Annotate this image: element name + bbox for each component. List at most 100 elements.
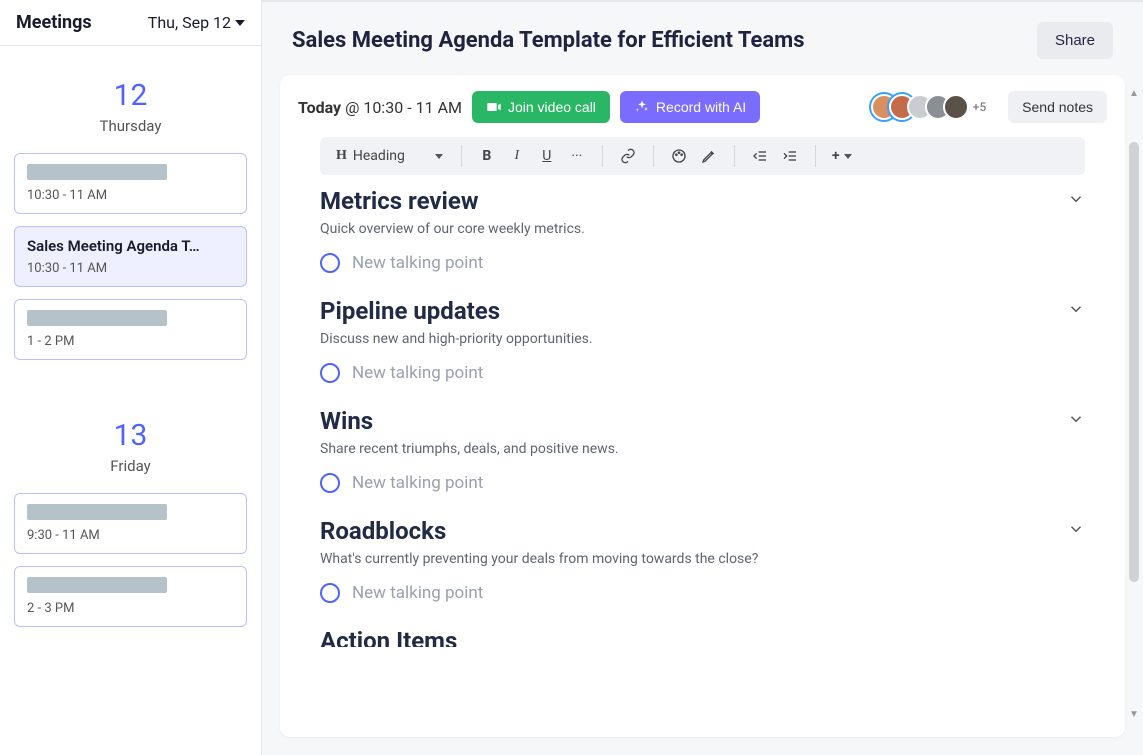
agenda-section: Wins Share recent triumphs, deals, and po…: [320, 407, 1085, 493]
toolbar-separator: [602, 145, 603, 167]
section-description: Share recent triumphs, deals, and positi…: [320, 441, 1085, 457]
indent-button[interactable]: [777, 143, 803, 169]
event-card[interactable]: 2 - 3 PM: [14, 566, 247, 627]
toolbar-separator: [734, 145, 735, 167]
collapse-toggle[interactable]: [1067, 520, 1085, 542]
event-card[interactable]: 9:30 - 11 AM: [14, 493, 247, 554]
toolbar-separator: [815, 145, 816, 167]
today-word: Today: [298, 98, 341, 117]
heading-select-label: Heading: [353, 148, 405, 164]
event-title-placeholder: [27, 577, 167, 593]
event-title-placeholder: [27, 310, 167, 326]
color-button[interactable]: [666, 143, 692, 169]
outdent-icon: [752, 148, 768, 164]
section-title: Metrics review: [320, 187, 479, 215]
new-talking-point[interactable]: New talking point: [320, 473, 1085, 493]
circle-icon: [320, 583, 340, 603]
page-title: Sales Meeting Agenda Template for Effici…: [292, 28, 805, 53]
document-body[interactable]: Metrics reviewQuick overview of our core…: [280, 187, 1125, 737]
collapse-toggle[interactable]: [1067, 410, 1085, 432]
new-talking-point[interactable]: New talking point: [320, 253, 1085, 273]
day-name: Friday: [14, 457, 247, 475]
chevron-down-icon: [1067, 190, 1085, 208]
day-number: 13: [14, 418, 247, 453]
participant-avatars[interactable]: +5: [879, 94, 987, 120]
avatar-overflow-count: +5: [973, 100, 987, 114]
palette-icon: [671, 148, 687, 164]
talking-point-placeholder: New talking point: [352, 363, 483, 383]
video-icon: [486, 99, 502, 115]
section-header: Metrics review: [320, 187, 1085, 215]
join-video-call-label: Join video call: [508, 99, 596, 115]
event-time: 10:30 - 11 AM: [27, 188, 234, 203]
chevron-down-icon: [1067, 410, 1085, 428]
event-time: 9:30 - 11 AM: [27, 528, 234, 543]
event-time: 1 - 2 PM: [27, 334, 234, 349]
main-header: Sales Meeting Agenda Template for Effici…: [262, 2, 1143, 69]
toolbar-separator: [653, 145, 654, 167]
sidebar-title: Meetings: [16, 12, 92, 33]
today-rest: @ 10:30 - 11 AM: [341, 98, 462, 117]
agenda-section: Metrics reviewQuick overview of our core…: [320, 187, 1085, 273]
new-talking-point[interactable]: New talking point: [320, 583, 1085, 603]
collapse-toggle[interactable]: [1067, 190, 1085, 212]
italic-button[interactable]: I: [504, 143, 530, 169]
agenda-section: Pipeline updates Discuss new and high-pri…: [320, 297, 1085, 383]
section-title: Pipeline updates: [320, 297, 500, 325]
sidebar-header: Meetings Thu, Sep 12: [0, 0, 261, 46]
event-card[interactable]: Sales Meeting Agenda T…10:30 - 11 AM: [14, 226, 247, 287]
join-video-call-button[interactable]: Join video call: [472, 91, 610, 123]
link-icon: [620, 148, 636, 164]
formatting-toolbar: H Heading B I U ···: [320, 137, 1085, 175]
collapse-toggle[interactable]: [1067, 300, 1085, 322]
meeting-time: Today @ 10:30 - 11 AM: [298, 98, 462, 117]
section-description: Discuss new and high-priority opportunit…: [320, 331, 1085, 347]
avatar[interactable]: [943, 94, 969, 120]
document-card: Today @ 10:30 - 11 AM Join video call Re…: [280, 75, 1125, 737]
date-picker[interactable]: Thu, Sep 12: [148, 13, 245, 32]
share-button[interactable]: Share: [1037, 22, 1113, 59]
event-card[interactable]: 10:30 - 11 AM: [14, 153, 247, 214]
agenda-section: RoadblocksWhat's currently preventing yo…: [320, 517, 1085, 603]
circle-icon: [320, 473, 340, 493]
heading-h-icon: H: [336, 148, 347, 164]
event-title-placeholder: [27, 504, 167, 520]
new-talking-point[interactable]: New talking point: [320, 363, 1085, 383]
scroll-down-icon[interactable]: ▼: [1127, 707, 1141, 721]
bold-button[interactable]: B: [474, 143, 500, 169]
day-name: Thursday: [14, 117, 247, 135]
talking-point-placeholder: New talking point: [352, 473, 483, 493]
section-header: Roadblocks: [320, 517, 1085, 545]
circle-icon: [320, 253, 340, 273]
scroll-up-icon[interactable]: ▲: [1127, 86, 1141, 100]
record-with-ai-button[interactable]: Record with AI: [620, 91, 760, 123]
main-area: Sales Meeting Agenda Template for Effici…: [262, 0, 1143, 755]
toolbar-separator: [461, 145, 462, 167]
insert-button[interactable]: +: [828, 143, 856, 169]
event-title-placeholder: [27, 164, 167, 180]
send-notes-button[interactable]: Send notes: [1008, 91, 1107, 123]
outdent-button[interactable]: [747, 143, 773, 169]
chevron-down-icon: [1067, 300, 1085, 318]
date-picker-label: Thu, Sep 12: [148, 13, 231, 32]
section-header: Pipeline updates: [320, 297, 1085, 325]
underline-button[interactable]: U: [534, 143, 560, 169]
days-list: 12Thursday10:30 - 11 AMSales Meeting Age…: [0, 46, 261, 653]
scrollbar-thumb[interactable]: [1129, 142, 1139, 582]
section-title-partial: Action Items: [320, 627, 1085, 647]
heading-select[interactable]: H Heading: [330, 143, 449, 169]
event-time: 2 - 3 PM: [27, 601, 234, 616]
talking-point-placeholder: New talking point: [352, 583, 483, 603]
link-button[interactable]: [615, 143, 641, 169]
sparkle-icon: [634, 99, 650, 115]
caret-down-icon: [235, 20, 245, 26]
highlight-button[interactable]: [696, 143, 722, 169]
circle-icon: [320, 363, 340, 383]
document-top-bar: Today @ 10:30 - 11 AM Join video call Re…: [280, 75, 1125, 133]
more-text-button[interactable]: ···: [564, 143, 590, 169]
event-card[interactable]: 1 - 2 PM: [14, 299, 247, 360]
section-title: Wins: [320, 407, 373, 435]
section-header: Wins: [320, 407, 1085, 435]
chevron-down-icon: [435, 154, 443, 159]
event-title: Sales Meeting Agenda T…: [27, 237, 234, 255]
